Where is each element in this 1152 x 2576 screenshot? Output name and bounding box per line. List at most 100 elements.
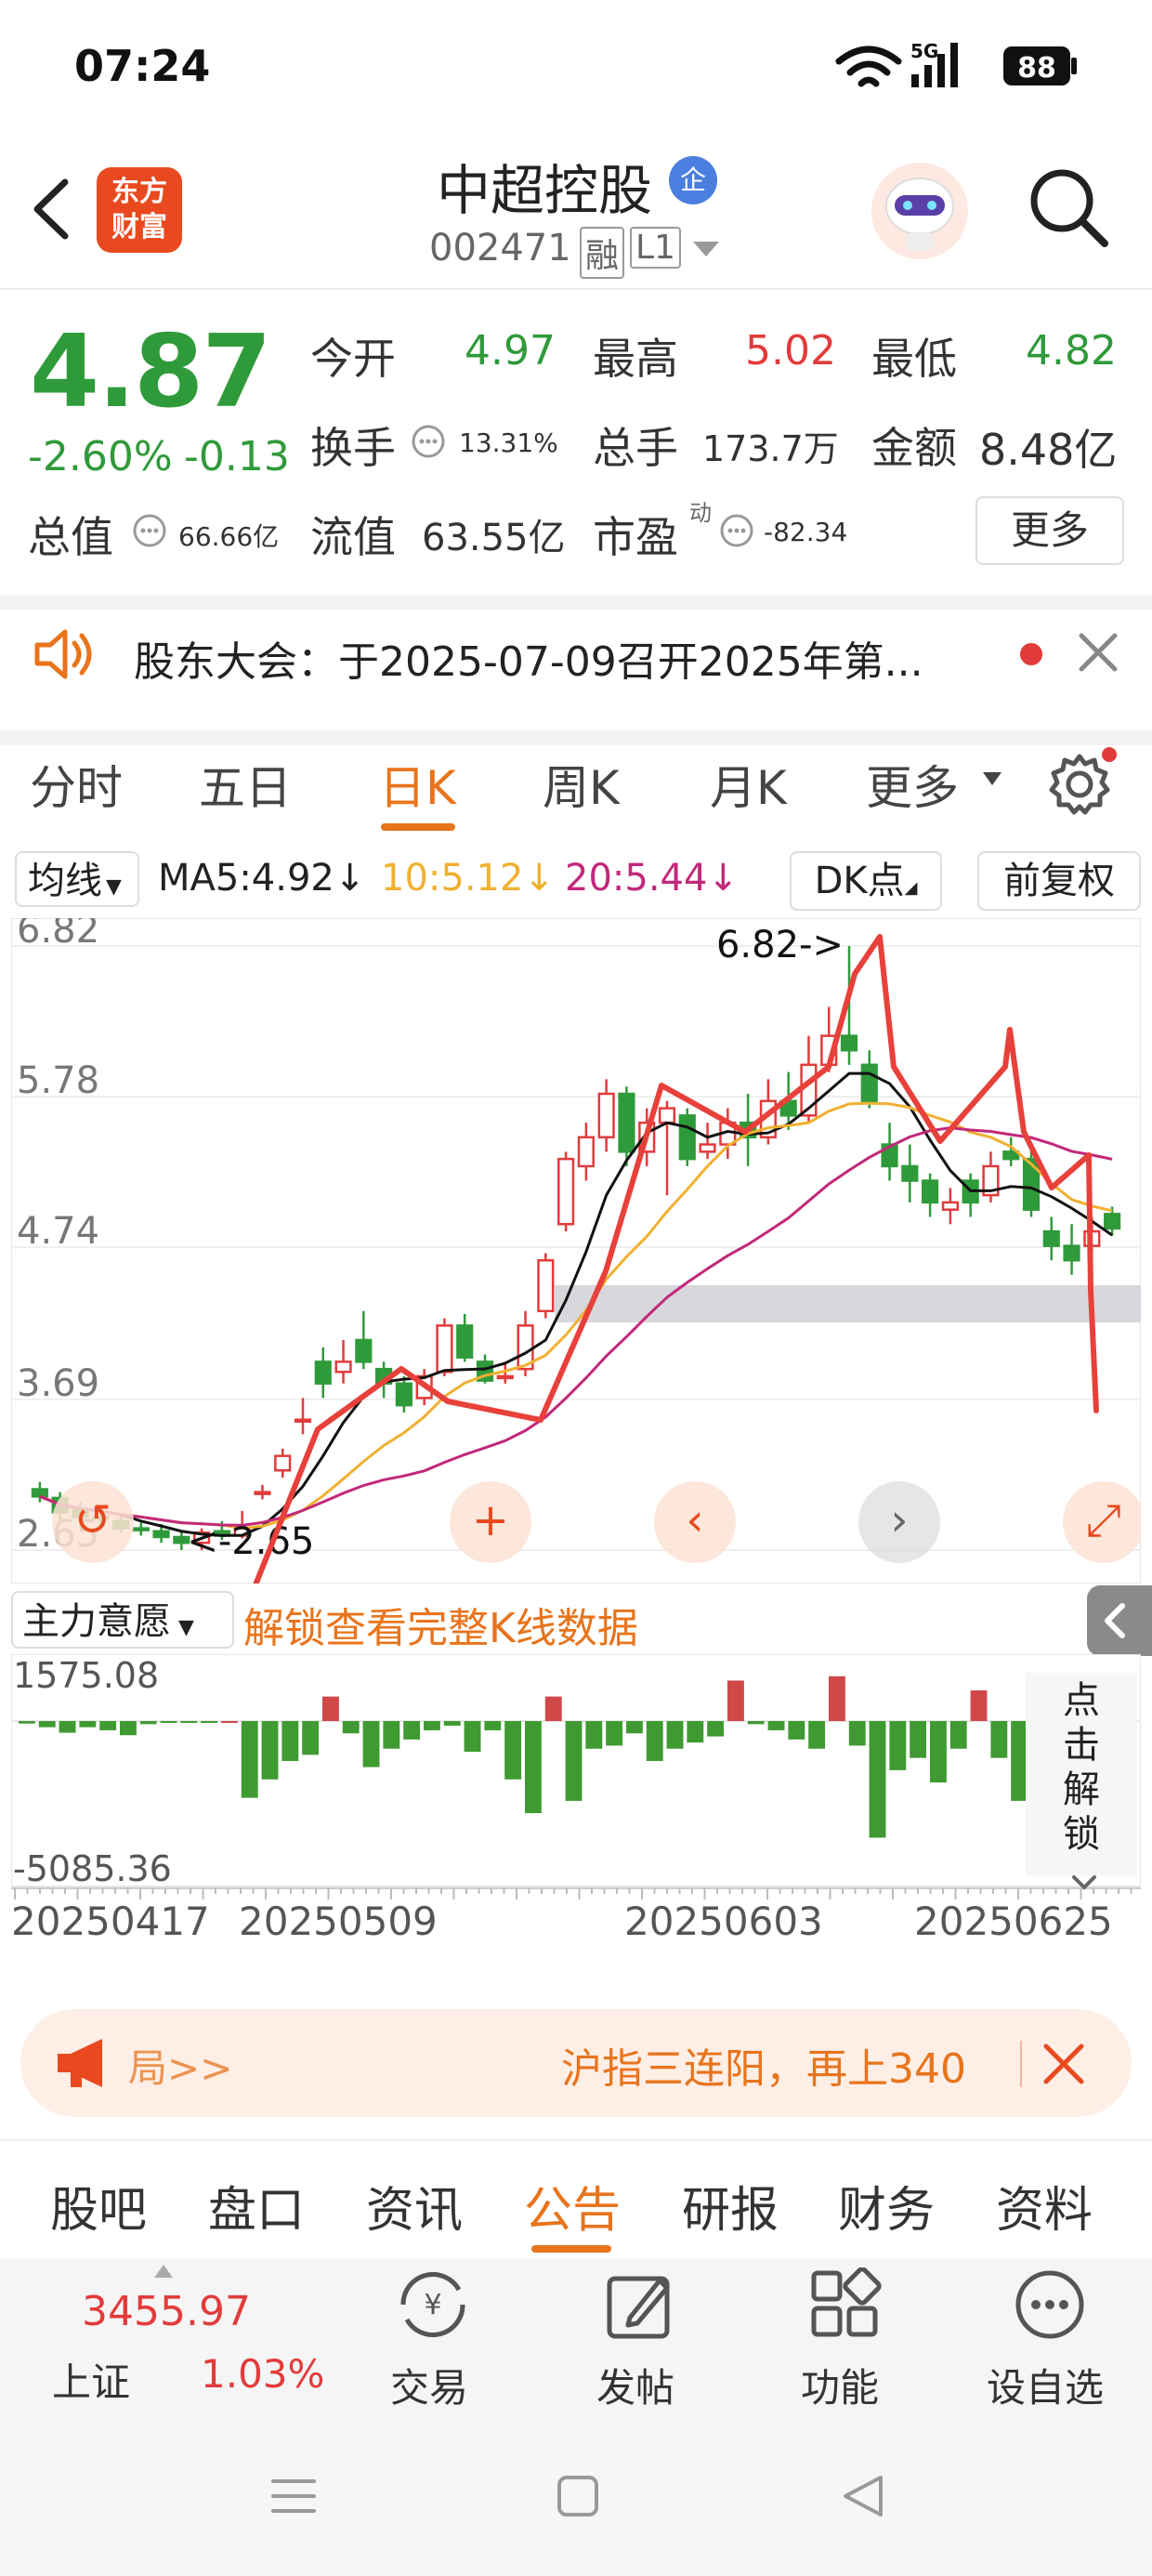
- back-icon[interactable]: [28, 177, 74, 245]
- unlock-side-button[interactable]: 点击解锁: [1026, 1673, 1137, 1875]
- watchlist-label[interactable]: 设自选: [987, 2357, 1104, 2413]
- active-tab-indicator: [531, 2245, 611, 2253]
- indicator-bar: [99, 1721, 117, 1730]
- indicator-bar: [221, 1721, 238, 1724]
- more-dots-icon[interactable]: [1013, 2267, 1087, 2346]
- last-price: 4.87: [30, 314, 271, 430]
- menu-icon[interactable]: [269, 2472, 318, 2524]
- info-icon[interactable]: [411, 424, 446, 463]
- indicator-select-label: 均线: [28, 860, 102, 902]
- candle: [537, 1258, 555, 1313]
- svg-text:↺: ↺: [74, 1494, 111, 1546]
- banner-headline[interactable]: 沪指三连阳，再上340: [561, 2035, 1007, 2095]
- dk-point-button[interactable]: DK点◢: [790, 851, 942, 911]
- tab-announcements[interactable]: 公告: [524, 2171, 621, 2241]
- amount-value: 8.48亿: [979, 425, 1118, 475]
- indicator-bar: [241, 1721, 258, 1798]
- candle: [294, 1418, 312, 1423]
- unread-dot: [1020, 643, 1042, 665]
- indicator-bar: [120, 1721, 137, 1736]
- battery-icon: 88: [1003, 46, 1077, 85]
- candle: [901, 1164, 919, 1182]
- indicator-bar: [180, 1721, 198, 1724]
- tab-guba[interactable]: 股吧: [50, 2171, 147, 2241]
- clock: 07:24: [74, 41, 211, 91]
- open-value: 4.97: [465, 327, 556, 375]
- search-icon[interactable]: [1027, 165, 1110, 253]
- svg-text:‹: ‹: [686, 1494, 703, 1546]
- reset-icon[interactable]: ↺: [52, 1481, 134, 1563]
- edit-post-icon[interactable]: [602, 2267, 676, 2346]
- trade-label[interactable]: 交易: [390, 2357, 468, 2413]
- tab-more[interactable]: 更多: [866, 751, 959, 818]
- tab-research[interactable]: 研报: [682, 2171, 779, 2241]
- y-tick-label: 5.78: [17, 1059, 99, 1102]
- svg-text:88: 88: [1017, 52, 1056, 85]
- change-amount: -0.13: [184, 433, 290, 480]
- tab-five-day[interactable]: 五日: [199, 751, 292, 818]
- volume-label: 总手: [593, 423, 678, 473]
- close-icon[interactable]: [1078, 632, 1119, 677]
- more-quote-button[interactable]: 更多: [975, 496, 1124, 565]
- divider: [0, 2139, 1152, 2141]
- unlock-kline-link[interactable]: 解锁查看完整K线数据: [243, 1595, 638, 1654]
- index-name[interactable]: 上证: [52, 2351, 130, 2408]
- tab-intraday[interactable]: 分时: [30, 751, 123, 818]
- trade-icon[interactable]: ¥: [390, 2267, 476, 2346]
- ma10-value: 10:5.12↓: [381, 857, 555, 900]
- candle: [699, 1143, 716, 1153]
- candle: [1063, 1244, 1080, 1262]
- tab-daily-k[interactable]: 日K: [379, 751, 456, 818]
- info-icon[interactable]: [132, 513, 167, 552]
- indicator-bar: [626, 1721, 643, 1734]
- candle: [334, 1360, 352, 1373]
- candle: [132, 1527, 150, 1531]
- indicator-select[interactable]: 均线 ▼: [15, 851, 139, 907]
- high-value: 5.02: [745, 327, 836, 375]
- volume-value: 173.7万: [702, 428, 839, 469]
- indicator2-select[interactable]: 主力意愿 ▼: [11, 1591, 234, 1649]
- candlestick-chart[interactable]: 6.825.784.743.692.656.82-><-2.65↺+‹›⤢: [11, 918, 1141, 1584]
- notice-text[interactable]: 股东大会：于2025-07-09召开2025年第...: [134, 628, 923, 688]
- candle: [941, 1201, 959, 1211]
- tab-news[interactable]: 资讯: [366, 2171, 463, 2241]
- tab-monthly-k[interactable]: 月K: [710, 751, 787, 818]
- index-change[interactable]: 1.03%: [201, 2351, 324, 2397]
- price-adjust-button[interactable]: 前复权: [977, 851, 1141, 911]
- home-icon[interactable]: [556, 2474, 600, 2522]
- indicator-bar: [504, 1721, 522, 1780]
- index-value[interactable]: 3455.97: [82, 2288, 251, 2335]
- banner-link[interactable]: 局>>: [128, 2037, 232, 2094]
- caret-down-icon: ▼: [178, 1616, 194, 1639]
- app-logo[interactable]: 东方 财富: [97, 167, 182, 253]
- candle: [314, 1360, 332, 1385]
- tab-order-book[interactable]: 盘口: [208, 2171, 305, 2241]
- functions-grid-icon[interactable]: [808, 2267, 883, 2346]
- unlock-side-label: 点击解锁: [1063, 1679, 1100, 1856]
- expand-icon[interactable]: ⤢: [1063, 1481, 1141, 1563]
- change-percent: -2.60%: [28, 433, 173, 480]
- dropdown-arrow-icon[interactable]: [691, 240, 721, 262]
- tab-weekly-k[interactable]: 周K: [543, 751, 620, 818]
- close-icon[interactable]: [1042, 2043, 1085, 2089]
- assistant-robot-icon[interactable]: [869, 160, 971, 262]
- tab-finance[interactable]: 财务: [838, 2171, 935, 2241]
- chevron-right-icon[interactable]: ›: [858, 1481, 940, 1563]
- indicator-bar: [38, 1721, 56, 1728]
- low-value: 4.82: [1026, 327, 1117, 375]
- tab-profile[interactable]: 资料: [996, 2171, 1093, 2241]
- indicator-bar: [59, 1721, 76, 1733]
- post-label[interactable]: 发帖: [596, 2357, 674, 2413]
- settings-gear-icon[interactable]: [1046, 747, 1117, 821]
- collapse-tab[interactable]: [1087, 1585, 1152, 1656]
- x-tick-label: 20250509: [239, 1899, 438, 1944]
- high-marker: 6.82->: [716, 924, 844, 966]
- function-label[interactable]: 功能: [801, 2357, 879, 2413]
- info-icon[interactable]: [719, 513, 754, 552]
- high-label: 最高: [593, 334, 678, 384]
- back-nav-icon[interactable]: [838, 2472, 886, 2524]
- low-marker: <-2.65: [187, 1520, 314, 1563]
- chevron-left-icon[interactable]: ‹: [654, 1481, 736, 1563]
- zoom-in-icon[interactable]: +: [450, 1481, 531, 1563]
- enterprise-badge: 企: [669, 156, 717, 204]
